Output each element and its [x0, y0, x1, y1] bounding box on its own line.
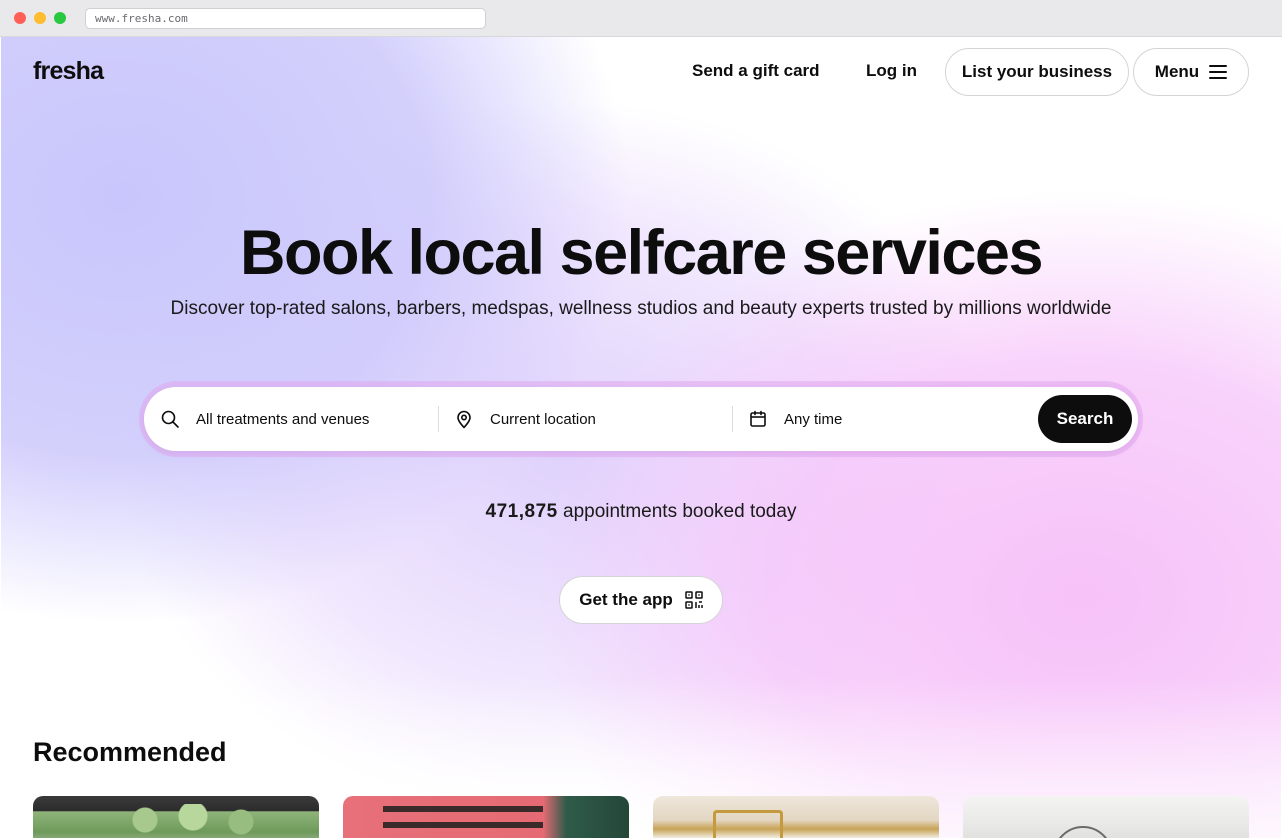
fresha-logo[interactable]: fresha	[33, 57, 104, 86]
hamburger-icon	[1209, 65, 1228, 79]
log-in-link[interactable]: Log in	[866, 61, 917, 81]
hero-title: Book local selfcare services	[239, 218, 1044, 288]
get-the-app-label: Get the app	[579, 590, 673, 609]
calendar-icon	[750, 410, 766, 427]
menu-label: Menu	[1154, 62, 1200, 81]
location-pin-icon	[457, 410, 471, 429]
get-the-app-button[interactable]: Get the app	[559, 576, 723, 624]
location-placeholder: Current location	[490, 410, 596, 428]
recommended-venue-card[interactable]	[33, 796, 319, 838]
send-gift-card-link[interactable]: Send a gift card	[692, 61, 820, 81]
maximize-window-button[interactable]	[54, 12, 66, 24]
minimize-window-button[interactable]	[34, 12, 46, 24]
recommended-venue-card[interactable]	[343, 796, 629, 838]
list-your-business-button[interactable]: List your business	[945, 48, 1129, 96]
appointments-counter: 471,875 appointments booked today	[1, 501, 1281, 523]
browser-chrome: www.fresha.com	[0, 0, 1282, 37]
search-divider	[732, 406, 733, 432]
treatments-placeholder: All treatments and venues	[196, 410, 370, 428]
recommended-venue-card[interactable]	[653, 796, 939, 838]
search-bar: All treatments and venues Current locati…	[144, 387, 1138, 451]
recommended-venue-card[interactable]	[963, 796, 1249, 838]
hero-subtitle: Discover top-rated salons, barbers, meds…	[170, 298, 1112, 319]
time-search-field[interactable]: Any time	[748, 387, 1018, 451]
page-viewport: fresha Send a gift card Log in List your…	[1, 37, 1281, 838]
search-icon	[161, 410, 179, 428]
treatments-search-field[interactable]: All treatments and venues	[160, 387, 438, 451]
address-bar[interactable]: www.fresha.com	[85, 8, 486, 29]
menu-button[interactable]: Menu	[1133, 48, 1249, 96]
location-search-field[interactable]: Current location	[454, 387, 732, 451]
qr-code-icon	[685, 591, 703, 609]
search-button[interactable]: Search	[1038, 395, 1132, 443]
search-divider	[438, 406, 439, 432]
recommended-heading: Recommended	[33, 737, 227, 767]
appointments-label: appointments booked today	[563, 501, 797, 522]
list-your-business-label: List your business	[961, 62, 1113, 81]
close-window-button[interactable]	[14, 12, 26, 24]
time-placeholder: Any time	[784, 410, 843, 428]
appointments-count: 471,875	[485, 501, 558, 522]
